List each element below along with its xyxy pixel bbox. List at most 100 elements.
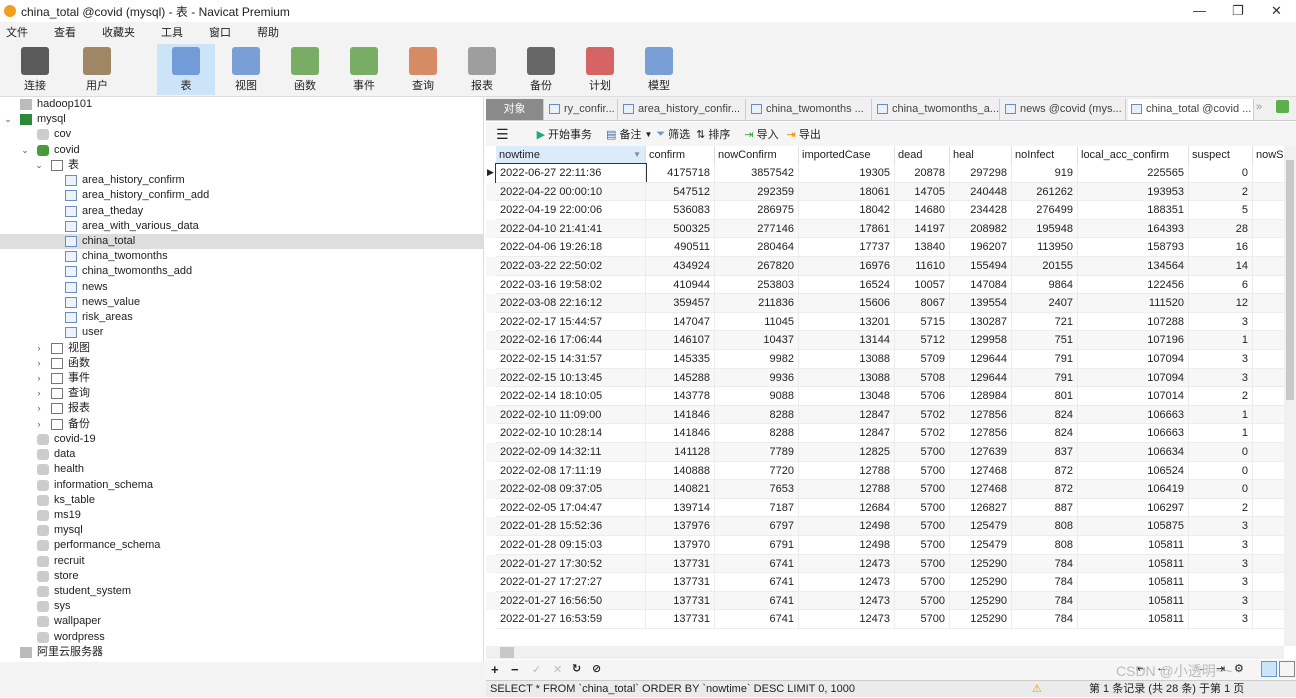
column-header-local_acc_confirm[interactable]: local_acc_confirm	[1078, 146, 1189, 164]
cell-heal[interactable]: 128984	[950, 387, 1012, 406]
table-row[interactable]: 2022-02-08 17:11:19 140888 7720 12788 5700 12…	[486, 461, 1284, 481]
cell-local_acc_confirm[interactable]: 111520	[1078, 294, 1189, 313]
menu-item[interactable]: 窗口	[209, 24, 231, 40]
cell-local_acc_confirm[interactable]: 225565	[1078, 164, 1189, 183]
discard-icon[interactable]: ✕	[553, 663, 562, 676]
table-row[interactable]: 2022-01-28 09:15:03 137970 6791 12498 5700 12…	[486, 536, 1284, 555]
tree-item-db[interactable]: covid-19	[0, 432, 484, 447]
cell-noInfect[interactable]: 2407	[1012, 294, 1078, 313]
cell-local_acc_confirm[interactable]: 107288	[1078, 312, 1189, 332]
column-header-dead[interactable]: dead	[895, 146, 950, 164]
stop-icon[interactable]: ⊘	[592, 662, 601, 675]
cell-nowtime[interactable]: 2022-02-15 14:31:57	[496, 350, 646, 369]
cell-nowtime[interactable]: 2022-04-10 21:41:41	[496, 219, 646, 239]
import-button[interactable]: 导入	[757, 126, 779, 142]
cell-dead[interactable]: 5700	[895, 591, 950, 611]
cell-local_acc_confirm[interactable]: 105811	[1078, 591, 1189, 611]
cell-nowConfirm[interactable]: 7187	[715, 498, 799, 518]
cell-nowS[interactable]	[1253, 183, 1284, 202]
cell-nowConfirm[interactable]: 7720	[715, 461, 799, 481]
page-settings-icon[interactable]: ⚙	[1234, 662, 1244, 675]
cell-local_acc_confirm[interactable]: 193953	[1078, 182, 1189, 202]
cell-confirm[interactable]: 547512	[646, 182, 715, 202]
cell-suspect[interactable]: 6	[1189, 275, 1253, 295]
menu-icon[interactable]: ☰	[496, 126, 509, 143]
cell-nowtime[interactable]: 2022-01-27 17:30:52	[496, 554, 646, 574]
cell-confirm[interactable]: 137731	[646, 554, 715, 574]
table-row[interactable]: 2022-02-15 10:13:45 145288 9936 13088 5708 12…	[486, 368, 1284, 388]
cell-confirm[interactable]: 147047	[646, 312, 715, 332]
chevron-down-icon[interactable]: ⌄	[20, 143, 30, 158]
cell-importedCase[interactable]: 13088	[799, 350, 895, 369]
cell-suspect[interactable]: 16	[1189, 238, 1253, 257]
cell-heal[interactable]: 127856	[950, 424, 1012, 443]
column-header-noInfect[interactable]: noInfect	[1012, 146, 1078, 164]
column-header-importedCase[interactable]: importedCase	[799, 146, 895, 164]
cell-noInfect[interactable]: 872	[1012, 461, 1078, 481]
cell-confirm[interactable]: 146107	[646, 331, 715, 350]
cell-importedCase[interactable]: 12788	[799, 480, 895, 499]
table-row[interactable]: 2022-02-14 18:10:05 143778 9088 13048 5706 12…	[486, 387, 1284, 406]
table-row[interactable]: 2022-03-16 19:58:02 410944 253803 16524 1005…	[486, 275, 1284, 295]
cell-suspect[interactable]: 0	[1189, 164, 1253, 183]
cell-suspect[interactable]: 1	[1189, 424, 1253, 443]
menu-item[interactable]: 帮助	[257, 24, 279, 40]
menu-item[interactable]: 文件	[6, 24, 28, 40]
cell-dead[interactable]: 5702	[895, 405, 950, 425]
tree-item-db[interactable]: data	[0, 447, 484, 462]
cell-importedCase[interactable]: 18042	[799, 201, 895, 220]
tree-item-db[interactable]: wordpress	[0, 630, 484, 645]
cell-heal[interactable]: 196207	[950, 238, 1012, 257]
tree-item-db[interactable]: sys	[0, 599, 484, 614]
tree-item-folder[interactable]: › 查询	[0, 386, 484, 401]
cell-suspect[interactable]: 5	[1189, 201, 1253, 220]
tree-item-conn[interactable]: ⌄ mysql	[0, 112, 484, 127]
cell-importedCase[interactable]: 13201	[799, 312, 895, 332]
cell-confirm[interactable]: 490511	[646, 238, 715, 257]
cell-importedCase[interactable]: 12788	[799, 461, 895, 481]
cell-nowS[interactable]	[1253, 462, 1284, 481]
cell-noInfect[interactable]: 808	[1012, 536, 1078, 555]
cell-nowConfirm[interactable]: 267820	[715, 257, 799, 276]
tree-item-db[interactable]: ks_table	[0, 493, 484, 508]
cell-suspect[interactable]: 3	[1189, 554, 1253, 574]
cell-nowS[interactable]	[1253, 294, 1284, 313]
tree-item-table[interactable]: area_history_confirm_add	[0, 188, 484, 203]
cell-heal[interactable]: 129644	[950, 350, 1012, 369]
cell-dead[interactable]: 14680	[895, 201, 950, 220]
cell-suspect[interactable]: 0	[1189, 443, 1253, 462]
column-header-heal[interactable]: heal	[950, 146, 1012, 164]
cell-heal[interactable]: 129644	[950, 368, 1012, 388]
cell-local_acc_confirm[interactable]: 107196	[1078, 331, 1189, 350]
cell-suspect[interactable]: 3	[1189, 610, 1253, 629]
tree-item-db[interactable]: recruit	[0, 554, 484, 569]
cell-nowS[interactable]	[1253, 313, 1284, 332]
cell-local_acc_confirm[interactable]: 106634	[1078, 443, 1189, 462]
cell-nowtime[interactable]: 2022-02-15 10:13:45	[496, 368, 646, 388]
tab-table[interactable]: china_twomonths_a...	[874, 99, 1000, 120]
tree-item-conn[interactable]: hadoop101	[0, 97, 484, 112]
toolbar-schedule-button[interactable]: 计划	[571, 44, 629, 95]
cell-heal[interactable]: 127856	[950, 405, 1012, 425]
add-record-icon[interactable]: +	[491, 662, 499, 677]
cell-nowtime[interactable]: 2022-03-08 22:16:12	[496, 294, 646, 313]
cell-nowConfirm[interactable]: 9088	[715, 387, 799, 406]
table-row[interactable]: 2022-02-10 11:09:00 141846 8288 12847 5702 12…	[486, 405, 1284, 425]
menu-item[interactable]: 查看	[54, 24, 76, 40]
cell-nowtime[interactable]: 2022-02-08 17:11:19	[496, 461, 646, 481]
cell-dead[interactable]: 5708	[895, 368, 950, 388]
cell-nowtime[interactable]: 2022-02-08 09:37:05	[496, 480, 646, 499]
cell-nowS[interactable]	[1253, 573, 1284, 592]
note-button[interactable]: 备注	[619, 126, 641, 142]
cell-nowS[interactable]	[1253, 331, 1284, 350]
tree-item-table[interactable]: area_with_various_data	[0, 219, 484, 234]
cell-local_acc_confirm[interactable]: 158793	[1078, 238, 1189, 257]
cell-local_acc_confirm[interactable]: 107094	[1078, 368, 1189, 388]
vertical-scroll-thumb[interactable]	[1286, 160, 1294, 400]
cell-suspect[interactable]: 3	[1189, 573, 1253, 592]
cell-local_acc_confirm[interactable]: 105811	[1078, 610, 1189, 629]
tree-item-conn[interactable]: 阿里云服务器	[0, 645, 484, 660]
cell-dead[interactable]: 10057	[895, 275, 950, 295]
maximize-button[interactable]: ❐	[1232, 3, 1244, 19]
cell-nowS[interactable]	[1253, 592, 1284, 611]
